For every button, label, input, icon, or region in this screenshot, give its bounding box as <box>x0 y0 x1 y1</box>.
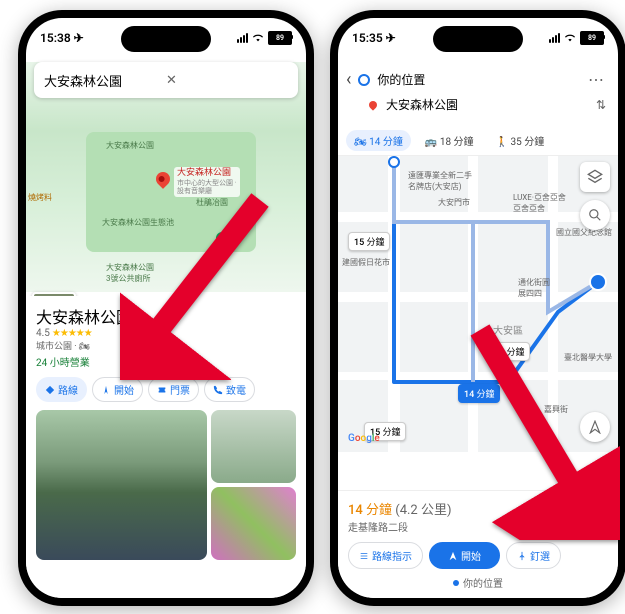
tab-label[interactable]: 你的位置 <box>463 575 503 590</box>
btn-label: 開始 <box>461 548 481 563</box>
ticket-icon <box>157 385 167 395</box>
travel-modes: 🏍 14 分鐘 🚌 18 分鐘 🚶 35 分鐘 <box>338 126 618 156</box>
action-row: 路線指示 開始 釘選 <box>348 542 608 569</box>
map-label: 通化街圓 展四四 <box>518 277 550 299</box>
location-dot-icon <box>453 580 459 586</box>
mode-transit[interactable]: 🚌 18 分鐘 <box>417 130 482 151</box>
route-button[interactable]: 路線 <box>36 377 87 402</box>
pin-subtitle: 市中心的大型公園 · <box>177 179 237 187</box>
pin-title: 大安森林公園 <box>177 168 237 179</box>
chip-label: 開始 <box>114 382 134 397</box>
signal-icon <box>549 33 560 43</box>
btn-label: 釘選 <box>530 548 550 563</box>
map-label: 大安森林公園 <box>106 140 154 151</box>
map-label: 大安門市 <box>438 197 470 208</box>
back-button[interactable]: ‹ <box>346 69 351 90</box>
search-button[interactable] <box>580 200 610 230</box>
photo-main[interactable] <box>36 410 207 560</box>
destination-field[interactable]: 大安森林公園 <box>386 96 586 113</box>
signal-icon <box>237 33 248 43</box>
swap-button[interactable]: ⇅ <box>592 98 610 112</box>
phone-icon <box>213 385 223 395</box>
map-label: 建國假日花市 <box>342 257 390 268</box>
map-label: 燒烤料 <box>28 192 52 203</box>
compass-icon <box>101 385 111 395</box>
annotation-arrow <box>120 190 280 384</box>
route-time-label[interactable]: 15 分鐘 <box>348 232 390 251</box>
go-button[interactable]: 開始 <box>429 542 500 569</box>
search-icon <box>588 208 602 222</box>
rating-value: 4.5 <box>36 328 50 339</box>
map-label: 國立國父紀念館 <box>556 227 612 238</box>
chip-label: 路線 <box>58 382 78 397</box>
bottom-tabbar: 你的位置 <box>348 575 608 590</box>
stars-icon: ★★★★★ <box>52 328 92 339</box>
annotation-arrow <box>460 320 620 544</box>
clear-icon[interactable]: ✕ <box>166 73 288 88</box>
battery-icon: 89 <box>580 31 604 45</box>
photo-small[interactable] <box>211 410 296 483</box>
btn-label: 路線指示 <box>372 548 412 563</box>
search-query: 大安森林公園 <box>44 71 166 90</box>
notch <box>121 26 211 52</box>
wifi-icon <box>251 33 265 43</box>
photo-gallery <box>36 410 296 560</box>
layers-button[interactable] <box>580 162 610 192</box>
layers-icon <box>587 169 603 185</box>
mode-motorcycle[interactable]: 🏍 14 分鐘 <box>346 130 411 151</box>
steps-button[interactable]: 路線指示 <box>348 542 423 569</box>
status-time: 15:35 ✈ <box>352 31 396 45</box>
pin-icon <box>517 551 527 561</box>
chip-label: 致電 <box>226 382 246 397</box>
wifi-icon <box>563 33 577 43</box>
mode-walk[interactable]: 🚶 35 分鐘 <box>488 130 553 151</box>
map-label: LUXE·亞舍亞舍 亞舍亞舍 <box>513 192 566 214</box>
photo-small[interactable] <box>211 487 296 560</box>
status-time: 15:38 ✈ <box>40 31 84 45</box>
trip-duration: 14 分鐘 <box>348 503 392 518</box>
more-button[interactable]: ⋯ <box>582 70 610 89</box>
search-bar[interactable]: 大安森林公園 ✕ <box>34 62 298 98</box>
diamond-icon <box>45 385 55 395</box>
google-logo: Google <box>348 433 380 444</box>
trip-distance: (4.2 公里) <box>395 503 451 518</box>
battery-icon: 89 <box>268 31 292 45</box>
origin-field[interactable]: 你的位置 <box>377 71 576 88</box>
notch <box>433 26 523 52</box>
list-icon <box>359 551 369 561</box>
destination-dot-icon <box>367 99 378 110</box>
directions-header: ‹ 你的位置 ⋯ 大安森林公園 ⇅ <box>338 62 618 120</box>
origin-dot-icon <box>358 74 370 86</box>
nav-icon <box>448 551 458 561</box>
chip-label: 門票 <box>170 382 190 397</box>
map-label: 遠匯專業全新二手 名牌店(大安店) <box>408 170 472 192</box>
pin-button[interactable]: 釘選 <box>506 542 561 569</box>
